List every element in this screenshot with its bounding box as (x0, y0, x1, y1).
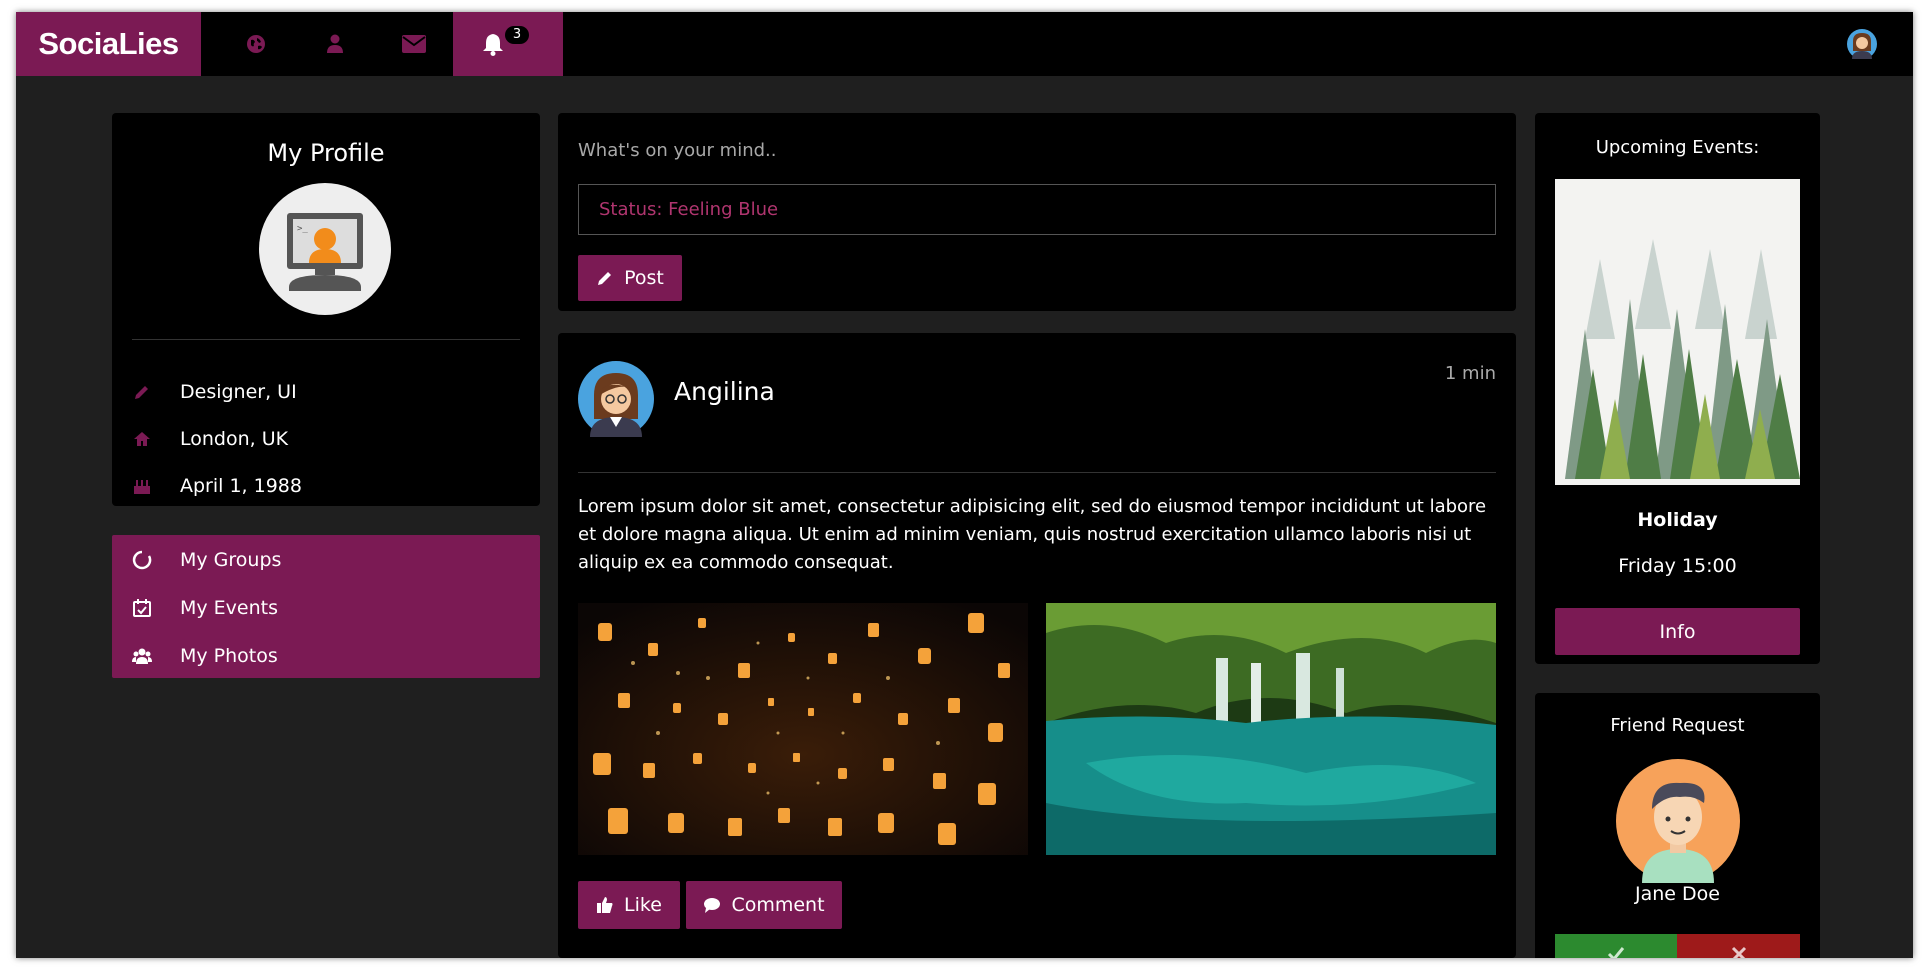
profile-picture: >_ (259, 183, 391, 315)
nav-notifications-button[interactable]: 3 (453, 12, 563, 76)
check-icon (1607, 947, 1625, 958)
top-navbar: SociaLies 3 (16, 12, 1913, 76)
envelope-icon (401, 35, 426, 53)
event-time: Friday 15:00 (1618, 555, 1737, 577)
post-button[interactable]: Post (578, 255, 682, 301)
friend-request-card: Friend Request Jane Doe (1535, 693, 1820, 958)
friend-request-name: Jane Doe (1635, 883, 1720, 905)
user-avatar[interactable] (1847, 29, 1877, 59)
home-icon (134, 432, 150, 446)
profile-location: London, UK (180, 428, 289, 450)
post-text: Lorem ipsum dolor sit amet, consectetur … (578, 496, 1487, 573)
comment-button-label: Comment (731, 894, 825, 916)
event-image (1555, 179, 1800, 485)
event-info-button[interactable]: Info (1555, 608, 1800, 655)
accept-request-button[interactable] (1555, 934, 1677, 958)
events-heading: Upcoming Events: (1595, 137, 1760, 158)
close-icon (1731, 946, 1746, 958)
post-timestamp: 1 min (1444, 363, 1496, 384)
menu-item-photos[interactable]: My Photos (132, 641, 278, 671)
comment-icon (704, 898, 721, 913)
like-button-label: Like (624, 894, 662, 916)
menu-label-groups: My Groups (180, 549, 282, 571)
avatar-man-icon (1616, 759, 1740, 883)
event-info-label: Info (1659, 620, 1696, 643)
profile-divider (132, 339, 520, 340)
feed-post: Angilina 1 min Lorem ipsum dolor sit ame… (558, 333, 1516, 958)
side-menu: My Groups My Events My Photos (112, 535, 540, 678)
profile-job: Designer, UI (180, 381, 297, 403)
like-button[interactable]: Like (578, 881, 680, 929)
friend-request-avatar (1616, 759, 1740, 883)
event-name: Holiday (1637, 509, 1718, 531)
brand-logo[interactable]: SociaLies (16, 12, 201, 76)
friend-request-heading: Friend Request (1610, 715, 1745, 736)
lanterns-image (578, 603, 1028, 855)
birthday-cake-icon (134, 480, 150, 494)
post-photo-lanterns[interactable] (578, 603, 1028, 855)
post-author-avatar[interactable] (578, 361, 654, 437)
menu-label-events: My Events (180, 597, 279, 619)
menu-item-groups[interactable]: My Groups (132, 545, 281, 575)
post-author-name[interactable]: Angilina (674, 377, 775, 406)
post-photo-waterfall[interactable] (1046, 603, 1496, 855)
nav-messages-button[interactable] (374, 12, 453, 76)
post-divider (578, 472, 1496, 473)
calendar-check-icon (133, 599, 151, 617)
profile-card: My Profile >_ Designer, UI London, UK Ap… (112, 113, 540, 506)
upcoming-events-card: Upcoming Events: Holiday Friday 15:00 In… (1535, 113, 1820, 664)
pencil-icon (135, 386, 148, 399)
nav-profile-button[interactable] (295, 12, 374, 76)
notification-badge: 3 (505, 26, 529, 44)
composer-prompt: What's on your mind.. (578, 140, 777, 161)
globe-icon (246, 35, 265, 53)
profile-birthday-row: April 1, 1988 (132, 472, 302, 500)
waterfall-image (1046, 603, 1496, 855)
menu-item-events[interactable]: My Events (132, 593, 278, 623)
thumbs-up-icon (597, 897, 613, 913)
profile-title: My Profile (267, 139, 385, 167)
decline-request-button[interactable] (1677, 934, 1800, 958)
svg-text:>_: >_ (297, 224, 308, 234)
user-icon (326, 34, 343, 53)
comment-button[interactable]: Comment (686, 881, 842, 929)
nav-globe-button[interactable] (216, 12, 295, 76)
menu-label-photos: My Photos (180, 645, 278, 667)
circle-notch-icon (132, 550, 152, 570)
status-composer: What's on your mind.. Post (558, 113, 1516, 311)
avatar-woman-icon (1847, 29, 1877, 59)
profile-job-row: Designer, UI (132, 378, 297, 406)
pencil-icon (598, 272, 612, 285)
developer-avatar-icon: >_ (259, 183, 391, 315)
post-button-label: Post (624, 267, 664, 289)
app-frame: SociaLies 3 My Profile >_ Designer, UI L… (16, 12, 1913, 958)
profile-location-row: London, UK (132, 425, 288, 453)
avatar-woman-icon (578, 361, 654, 437)
status-input[interactable] (578, 184, 1496, 235)
forest-image (1555, 179, 1800, 485)
users-icon (132, 648, 152, 664)
profile-birthday: April 1, 1988 (180, 475, 302, 497)
bell-icon (483, 34, 503, 56)
